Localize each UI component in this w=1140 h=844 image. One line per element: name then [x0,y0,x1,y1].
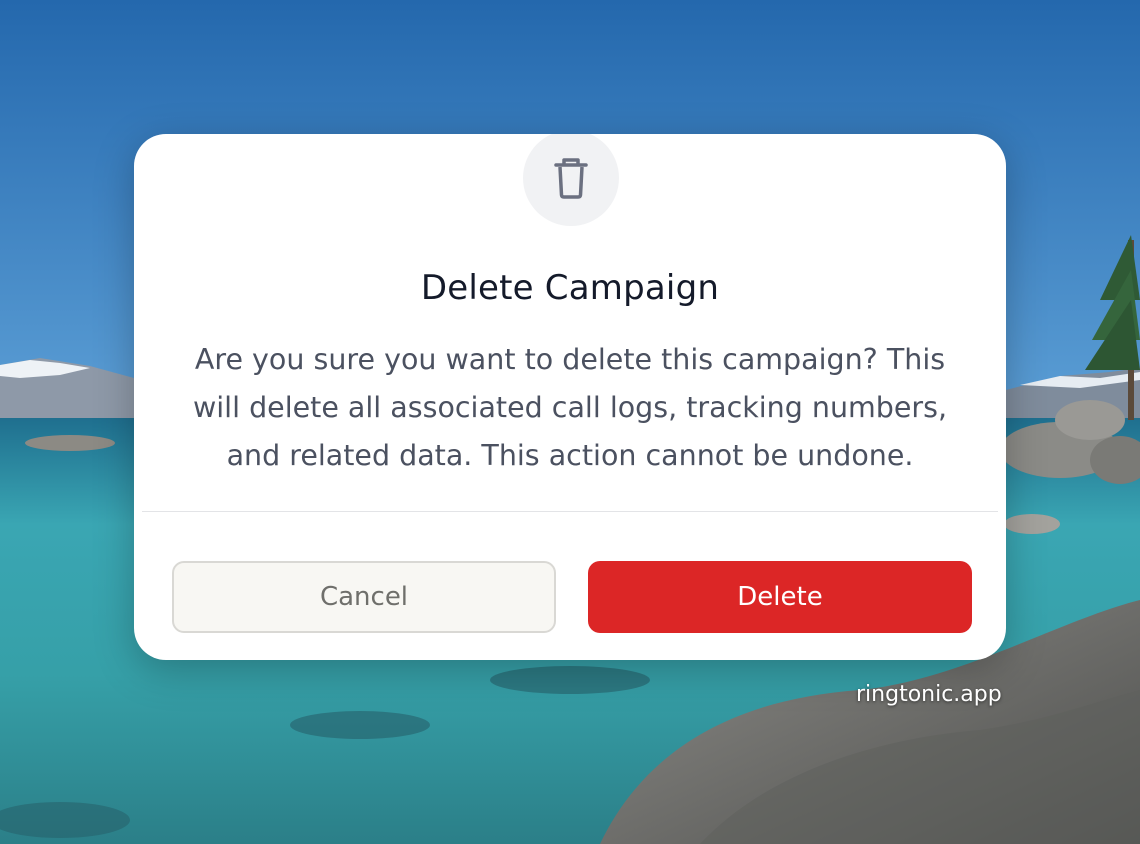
trash-icon [554,158,588,199]
dialog-title: Delete Campaign [420,268,720,308]
trash-icon-badge [523,134,619,226]
dialog-message: Are you sure you want to delete this cam… [192,343,948,472]
delete-campaign-dialog: Delete Campaign Are you sure you want to… [134,134,1006,660]
cancel-button[interactable]: Cancel [172,561,556,633]
watermark-text: ringtonic.app [856,682,1002,707]
delete-button[interactable]: Delete [588,561,972,633]
divider [142,511,998,512]
